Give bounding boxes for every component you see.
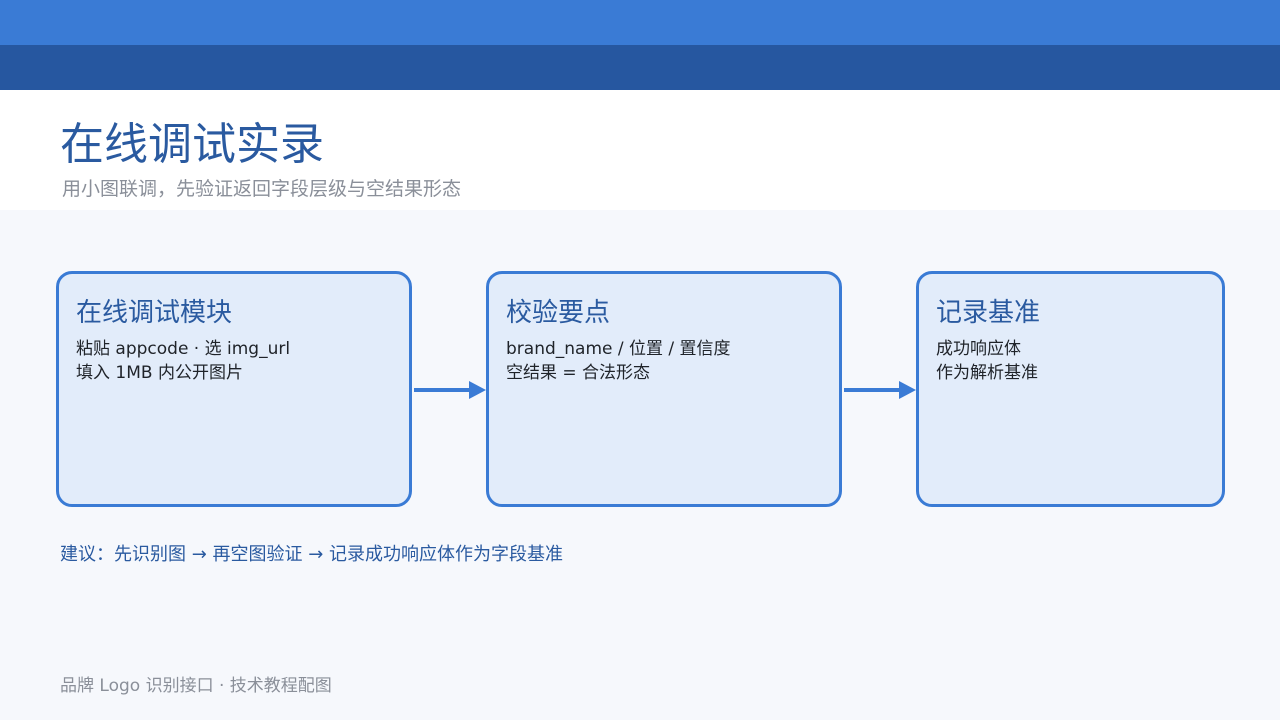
page-title: 在线调试实录: [60, 119, 324, 170]
step-title: 在线调试模块: [76, 298, 233, 328]
footer-caption: 品牌 Logo 识别接口 · 技术教程配图: [60, 676, 332, 696]
header-band-bottom: [0, 45, 1280, 90]
flow-arrow-icon: [844, 381, 916, 399]
step-title: 校验要点: [506, 298, 611, 328]
step-line: 粘贴 appcode · 选 img_url: [76, 339, 291, 359]
step-line: 成功响应体: [936, 339, 1021, 359]
tip-text: 建议：先识别图 → 再空图验证 → 记录成功响应体作为字段基准: [60, 544, 564, 565]
flow-arrow-icon: [414, 381, 486, 399]
header-band-top: [0, 0, 1280, 45]
step-box-online-debug: 在线调试模块 粘贴 appcode · 选 img_url 填入 1MB 内公开…: [56, 271, 412, 507]
step-title: 记录基准: [936, 298, 1041, 328]
step-line: 填入 1MB 内公开图片: [76, 363, 243, 383]
step-line: brand_name / 位置 / 置信度: [506, 339, 731, 359]
step-box-check-points: 校验要点 brand_name / 位置 / 置信度 空结果 = 合法形态: [486, 271, 842, 507]
step-box-record-baseline: 记录基准 成功响应体 作为解析基准: [916, 271, 1225, 507]
step-line: 作为解析基准: [936, 363, 1038, 383]
step-line: 空结果 = 合法形态: [506, 363, 651, 383]
page-subtitle: 用小图联调，先验证返回字段层级与空结果形态: [62, 178, 462, 200]
